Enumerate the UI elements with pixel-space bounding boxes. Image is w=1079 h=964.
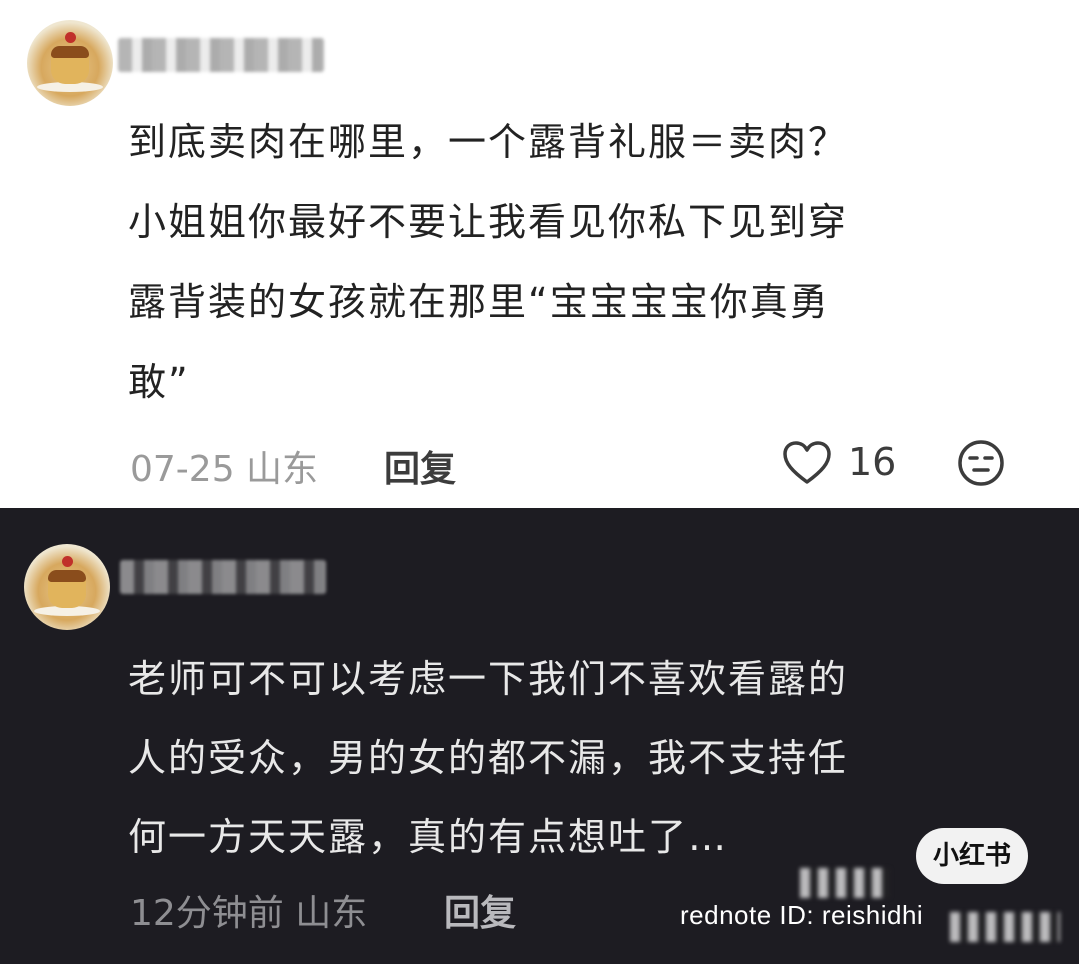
emoji-face-icon[interactable]	[956, 438, 1006, 488]
avatar[interactable]	[27, 20, 113, 106]
reply-button[interactable]: 回复	[444, 884, 516, 936]
reply-button[interactable]: 回复	[384, 440, 456, 492]
avatar-caramel	[51, 46, 89, 58]
username-blurred[interactable]	[120, 560, 326, 594]
avatar[interactable]	[24, 544, 110, 630]
comment-card-light: 到底卖肉在哪里，一个露背礼服＝卖肉？ 小姐姐你最好不要让我看见你私下见到穿 露背…	[0, 0, 1079, 508]
heart-outline-icon[interactable]	[782, 440, 832, 486]
avatar-caramel	[48, 570, 86, 582]
avatar-cherry	[62, 556, 73, 567]
comment-date-location: 12分钟前 山东	[130, 893, 368, 934]
avatar-cherry	[65, 32, 76, 43]
username-blurred[interactable]	[118, 38, 324, 72]
watermark-blur	[950, 912, 1060, 942]
comment-card-dark: 老师可不可以考虑一下我们不喜欢看露的 人的受众，男的女的都不漏，我不支持任 何一…	[0, 508, 1079, 964]
watermark-logo: 小红书	[916, 828, 1028, 884]
comment-text: 老师可不可以考虑一下我们不喜欢看露的 人的受众，男的女的都不漏，我不支持任 何一…	[128, 657, 849, 859]
watermark-blur	[800, 868, 890, 898]
watermark-id: rednote ID: reishidhi	[680, 900, 924, 930]
comment-text: 到底卖肉在哪里，一个露背礼服＝卖肉？ 小姐姐你最好不要让我看见你私下见到穿 露背…	[128, 120, 849, 404]
like-count: 16	[848, 440, 897, 484]
comment-date-location: 07-25 山东	[130, 449, 319, 490]
